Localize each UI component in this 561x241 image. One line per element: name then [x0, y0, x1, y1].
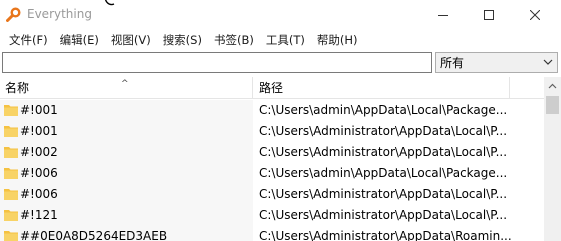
- sort-ascending-icon: ^: [121, 79, 129, 89]
- column-header-name[interactable]: 名称 ^: [0, 77, 253, 98]
- file-path: C:\Users\Administrator\AppData\Local\P..…: [259, 124, 508, 138]
- file-path: C:\Users\Administrator\AppData\Roamin...: [259, 229, 512, 241]
- path-cell: C:\Users\Administrator\AppData\Roamin...: [254, 226, 544, 241]
- folder-icon: [4, 126, 18, 137]
- chevron-down-icon: [543, 59, 553, 65]
- table-row[interactable]: #!002 C:\Users\Administrator\AppData\Loc…: [0, 142, 544, 163]
- path-cell: C:\Users\admin\AppData\Local\Package...: [254, 163, 544, 184]
- name-cell: #!006: [0, 184, 253, 205]
- path-cell: C:\Users\Administrator\AppData\Local\P..…: [254, 205, 544, 226]
- file-path: C:\Users\Administrator\AppData\Local\P..…: [259, 187, 508, 201]
- file-name: #!001: [20, 124, 58, 138]
- close-button[interactable]: [512, 0, 558, 30]
- name-cell: #!121: [0, 205, 253, 226]
- path-cell: C:\Users\admin\AppData\Local\Package...: [254, 100, 544, 121]
- name-cell: #!006: [0, 163, 253, 184]
- file-name: #!006: [20, 187, 58, 201]
- file-name: #!006: [20, 166, 58, 180]
- menu-help[interactable]: 帮助(H): [313, 32, 362, 48]
- file-name: #!121: [20, 208, 58, 222]
- column-header-path[interactable]: 路径: [254, 77, 510, 98]
- filter-dropdown[interactable]: 所有: [435, 52, 558, 73]
- minimize-icon: [438, 15, 448, 16]
- scroll-thumb[interactable]: [546, 96, 559, 114]
- folder-icon: [4, 189, 18, 200]
- folder-icon: [4, 168, 18, 179]
- folder-icon: [4, 210, 18, 221]
- path-cell: C:\Users\Administrator\AppData\Local\P..…: [254, 184, 544, 205]
- menu-search[interactable]: 搜索(S): [159, 32, 206, 48]
- title-bar: Everything: [0, 0, 561, 30]
- chevron-up-icon: [548, 83, 557, 88]
- table-row[interactable]: #!006 C:\Users\admin\AppData\Local\Packa…: [0, 163, 544, 184]
- path-cell: C:\Users\Administrator\AppData\Local\P..…: [254, 121, 544, 142]
- name-cell: ##0E0A8D5264ED3AEB: [0, 226, 253, 241]
- file-path: C:\Users\admin\AppData\Local\Package...: [259, 166, 508, 180]
- search-input[interactable]: [2, 52, 432, 73]
- file-name: ##0E0A8D5264ED3AEB: [20, 229, 168, 241]
- table-row[interactable]: ##0E0A8D5264ED3AEB C:\Users\Administrato…: [0, 226, 544, 241]
- path-cell: C:\Users\Administrator\AppData\Local\P..…: [254, 142, 544, 163]
- folder-icon: [4, 231, 18, 241]
- name-cell: #!002: [0, 142, 253, 163]
- menu-edit[interactable]: 编辑(E): [56, 32, 103, 48]
- scroll-up-button[interactable]: [544, 77, 561, 94]
- menu-file[interactable]: 文件(F): [5, 32, 52, 48]
- results-list: #!001 C:\Users\admin\AppData\Local\Packa…: [0, 100, 544, 241]
- filter-selected-value: 所有: [440, 56, 465, 70]
- file-path: C:\Users\Administrator\AppData\Local\P..…: [259, 208, 508, 222]
- menu-tools[interactable]: 工具(T): [262, 32, 309, 48]
- name-cell: #!001: [0, 121, 253, 142]
- list-header: 名称 ^ 路径: [0, 77, 544, 99]
- window-title: Everything: [27, 7, 92, 21]
- folder-icon: [4, 105, 18, 116]
- maximize-button[interactable]: [466, 0, 512, 30]
- file-path: C:\Users\admin\AppData\Local\Package...: [259, 103, 508, 117]
- column-header-path-label: 路径: [259, 81, 284, 95]
- file-name: #!002: [20, 145, 58, 159]
- table-row[interactable]: #!006 C:\Users\Administrator\AppData\Loc…: [0, 184, 544, 205]
- folder-icon: [4, 147, 18, 158]
- table-row[interactable]: #!001 C:\Users\Administrator\AppData\Loc…: [0, 121, 544, 142]
- vertical-scrollbar[interactable]: [544, 77, 561, 241]
- menu-view[interactable]: 视图(V): [107, 32, 155, 48]
- close-icon: [530, 10, 540, 20]
- file-name: #!001: [20, 103, 58, 117]
- menu-bar: 文件(F) 编辑(E) 视图(V) 搜索(S) 书签(B) 工具(T) 帮助(H…: [0, 30, 561, 50]
- mouse-cursor-icon: [104, 0, 115, 6]
- maximize-icon: [484, 10, 494, 20]
- table-row[interactable]: #!121 C:\Users\Administrator\AppData\Loc…: [0, 205, 544, 226]
- menu-bookmarks[interactable]: 书签(B): [210, 32, 258, 48]
- minimize-button[interactable]: [420, 0, 466, 30]
- magnifier-app-icon: [6, 7, 21, 22]
- file-path: C:\Users\Administrator\AppData\Local\P..…: [259, 145, 508, 159]
- name-cell: #!001: [0, 100, 253, 121]
- column-header-name-label: 名称: [5, 81, 30, 95]
- table-row[interactable]: #!001 C:\Users\admin\AppData\Local\Packa…: [0, 100, 544, 121]
